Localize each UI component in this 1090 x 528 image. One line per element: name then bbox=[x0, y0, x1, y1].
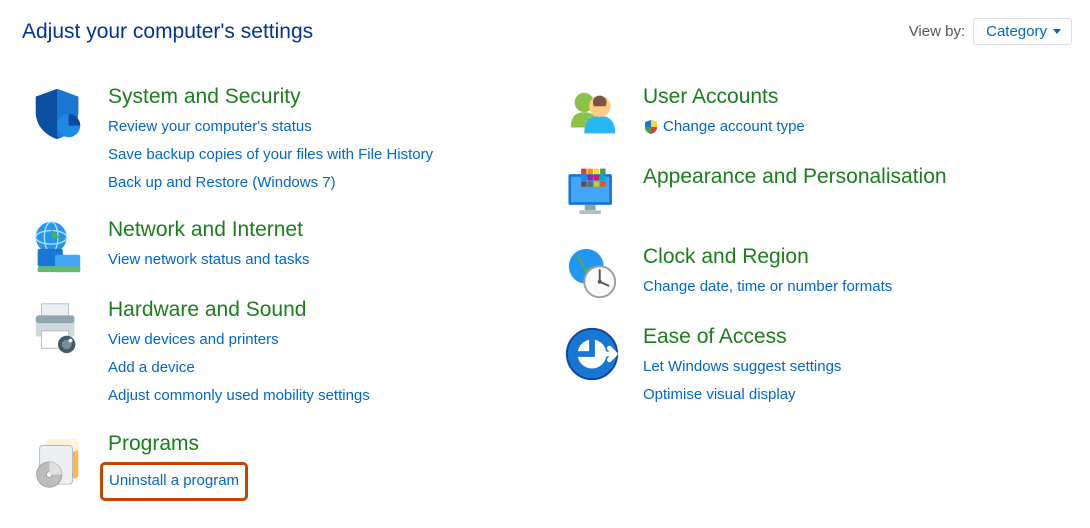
sublink-label: Back up and Restore (Windows 7) bbox=[108, 169, 336, 197]
category-title-link[interactable]: Network and Internet bbox=[108, 218, 537, 242]
sublink[interactable]: Save backup copies of your files with Fi… bbox=[108, 141, 537, 169]
security-shield-icon[interactable] bbox=[22, 85, 92, 196]
sublink-label: Change date, time or number formats bbox=[643, 273, 892, 301]
left-column: System and Security Review your computer'… bbox=[22, 85, 537, 523]
category: System and Security Review your computer'… bbox=[22, 85, 537, 196]
sublink[interactable]: Review your computer's status bbox=[108, 113, 537, 141]
appearance-monitor-icon[interactable] bbox=[557, 165, 627, 223]
category-body: Ease of Access Let Windows suggest settin… bbox=[643, 325, 1072, 409]
category-body: Clock and Region Change date, time or num… bbox=[643, 245, 1072, 303]
sublink[interactable]: Optimise visual display bbox=[643, 381, 1072, 409]
sublink[interactable]: Back up and Restore (Windows 7) bbox=[108, 169, 537, 197]
sublink-label: View network status and tasks bbox=[108, 246, 310, 274]
sublink-label: Let Windows suggest settings bbox=[643, 353, 841, 381]
sublink-label: Optimise visual display bbox=[643, 381, 796, 409]
view-by-label: View by: bbox=[909, 23, 965, 40]
page-title: Adjust your computer's settings bbox=[22, 20, 313, 44]
category: Ease of Access Let Windows suggest settin… bbox=[557, 325, 1072, 409]
category-body: System and Security Review your computer'… bbox=[108, 85, 537, 196]
sublink[interactable]: View network status and tasks bbox=[108, 246, 537, 274]
sublink[interactable]: Adjust commonly used mobility settings bbox=[108, 382, 537, 410]
category-title-link[interactable]: Appearance and Personalisation bbox=[643, 165, 1072, 189]
category-body: Hardware and Sound View devices and print… bbox=[108, 298, 537, 409]
category-body: User Accounts Change account type bbox=[643, 85, 1072, 143]
category: Hardware and Sound View devices and print… bbox=[22, 298, 537, 409]
sublink-label: Change account type bbox=[663, 113, 805, 141]
sublink-label: Save backup copies of your files with Fi… bbox=[108, 141, 433, 169]
view-by-dropdown[interactable]: Category bbox=[973, 18, 1072, 45]
category: Clock and Region Change date, time or num… bbox=[557, 245, 1072, 303]
sublink[interactable]: View devices and printers bbox=[108, 326, 537, 354]
sublink-label: Adjust commonly used mobility settings bbox=[108, 382, 370, 410]
programs-disc-icon[interactable] bbox=[22, 432, 92, 502]
category-title-link[interactable]: Ease of Access bbox=[643, 325, 1072, 349]
sublink[interactable]: Let Windows suggest settings bbox=[643, 353, 1072, 381]
category-title-link[interactable]: Hardware and Sound bbox=[108, 298, 537, 322]
highlight-box: Uninstall a program bbox=[100, 462, 248, 502]
category: Programs Uninstall a program bbox=[22, 432, 537, 502]
sublink-label: Add a device bbox=[108, 354, 195, 382]
category-title-link[interactable]: System and Security bbox=[108, 85, 537, 109]
right-column: User Accounts Change account type bbox=[557, 85, 1072, 523]
chevron-down-icon bbox=[1053, 29, 1061, 34]
category-title-link[interactable]: Programs bbox=[108, 432, 537, 456]
view-by-value: Category bbox=[986, 23, 1047, 40]
sublink-label: Review your computer's status bbox=[108, 113, 312, 141]
sublink[interactable]: Add a device bbox=[108, 354, 537, 382]
ease-of-access-icon[interactable] bbox=[557, 325, 627, 409]
user-accounts-icon[interactable] bbox=[557, 85, 627, 143]
category: Network and Internet View network status … bbox=[22, 218, 537, 276]
sublink-label: Uninstall a program bbox=[109, 467, 239, 495]
category: User Accounts Change account type bbox=[557, 85, 1072, 143]
category-body: Programs Uninstall a program bbox=[108, 432, 537, 502]
clock-globe-icon[interactable] bbox=[557, 245, 627, 303]
category-body: Appearance and Personalisation bbox=[643, 165, 1072, 223]
category: Appearance and Personalisation bbox=[557, 165, 1072, 223]
sublink[interactable]: Change account type bbox=[643, 113, 1072, 141]
uac-shield-icon bbox=[643, 119, 659, 135]
sublink-label: View devices and printers bbox=[108, 326, 279, 354]
network-globe-icon[interactable] bbox=[22, 218, 92, 276]
category-title-link[interactable]: Clock and Region bbox=[643, 245, 1072, 269]
sublink[interactable]: Uninstall a program bbox=[109, 467, 239, 495]
hardware-printer-icon[interactable] bbox=[22, 298, 92, 409]
view-by-container: View by: Category bbox=[909, 18, 1072, 45]
category-body: Network and Internet View network status … bbox=[108, 218, 537, 276]
sublink[interactable]: Change date, time or number formats bbox=[643, 273, 1072, 301]
category-title-link[interactable]: User Accounts bbox=[643, 85, 1072, 109]
